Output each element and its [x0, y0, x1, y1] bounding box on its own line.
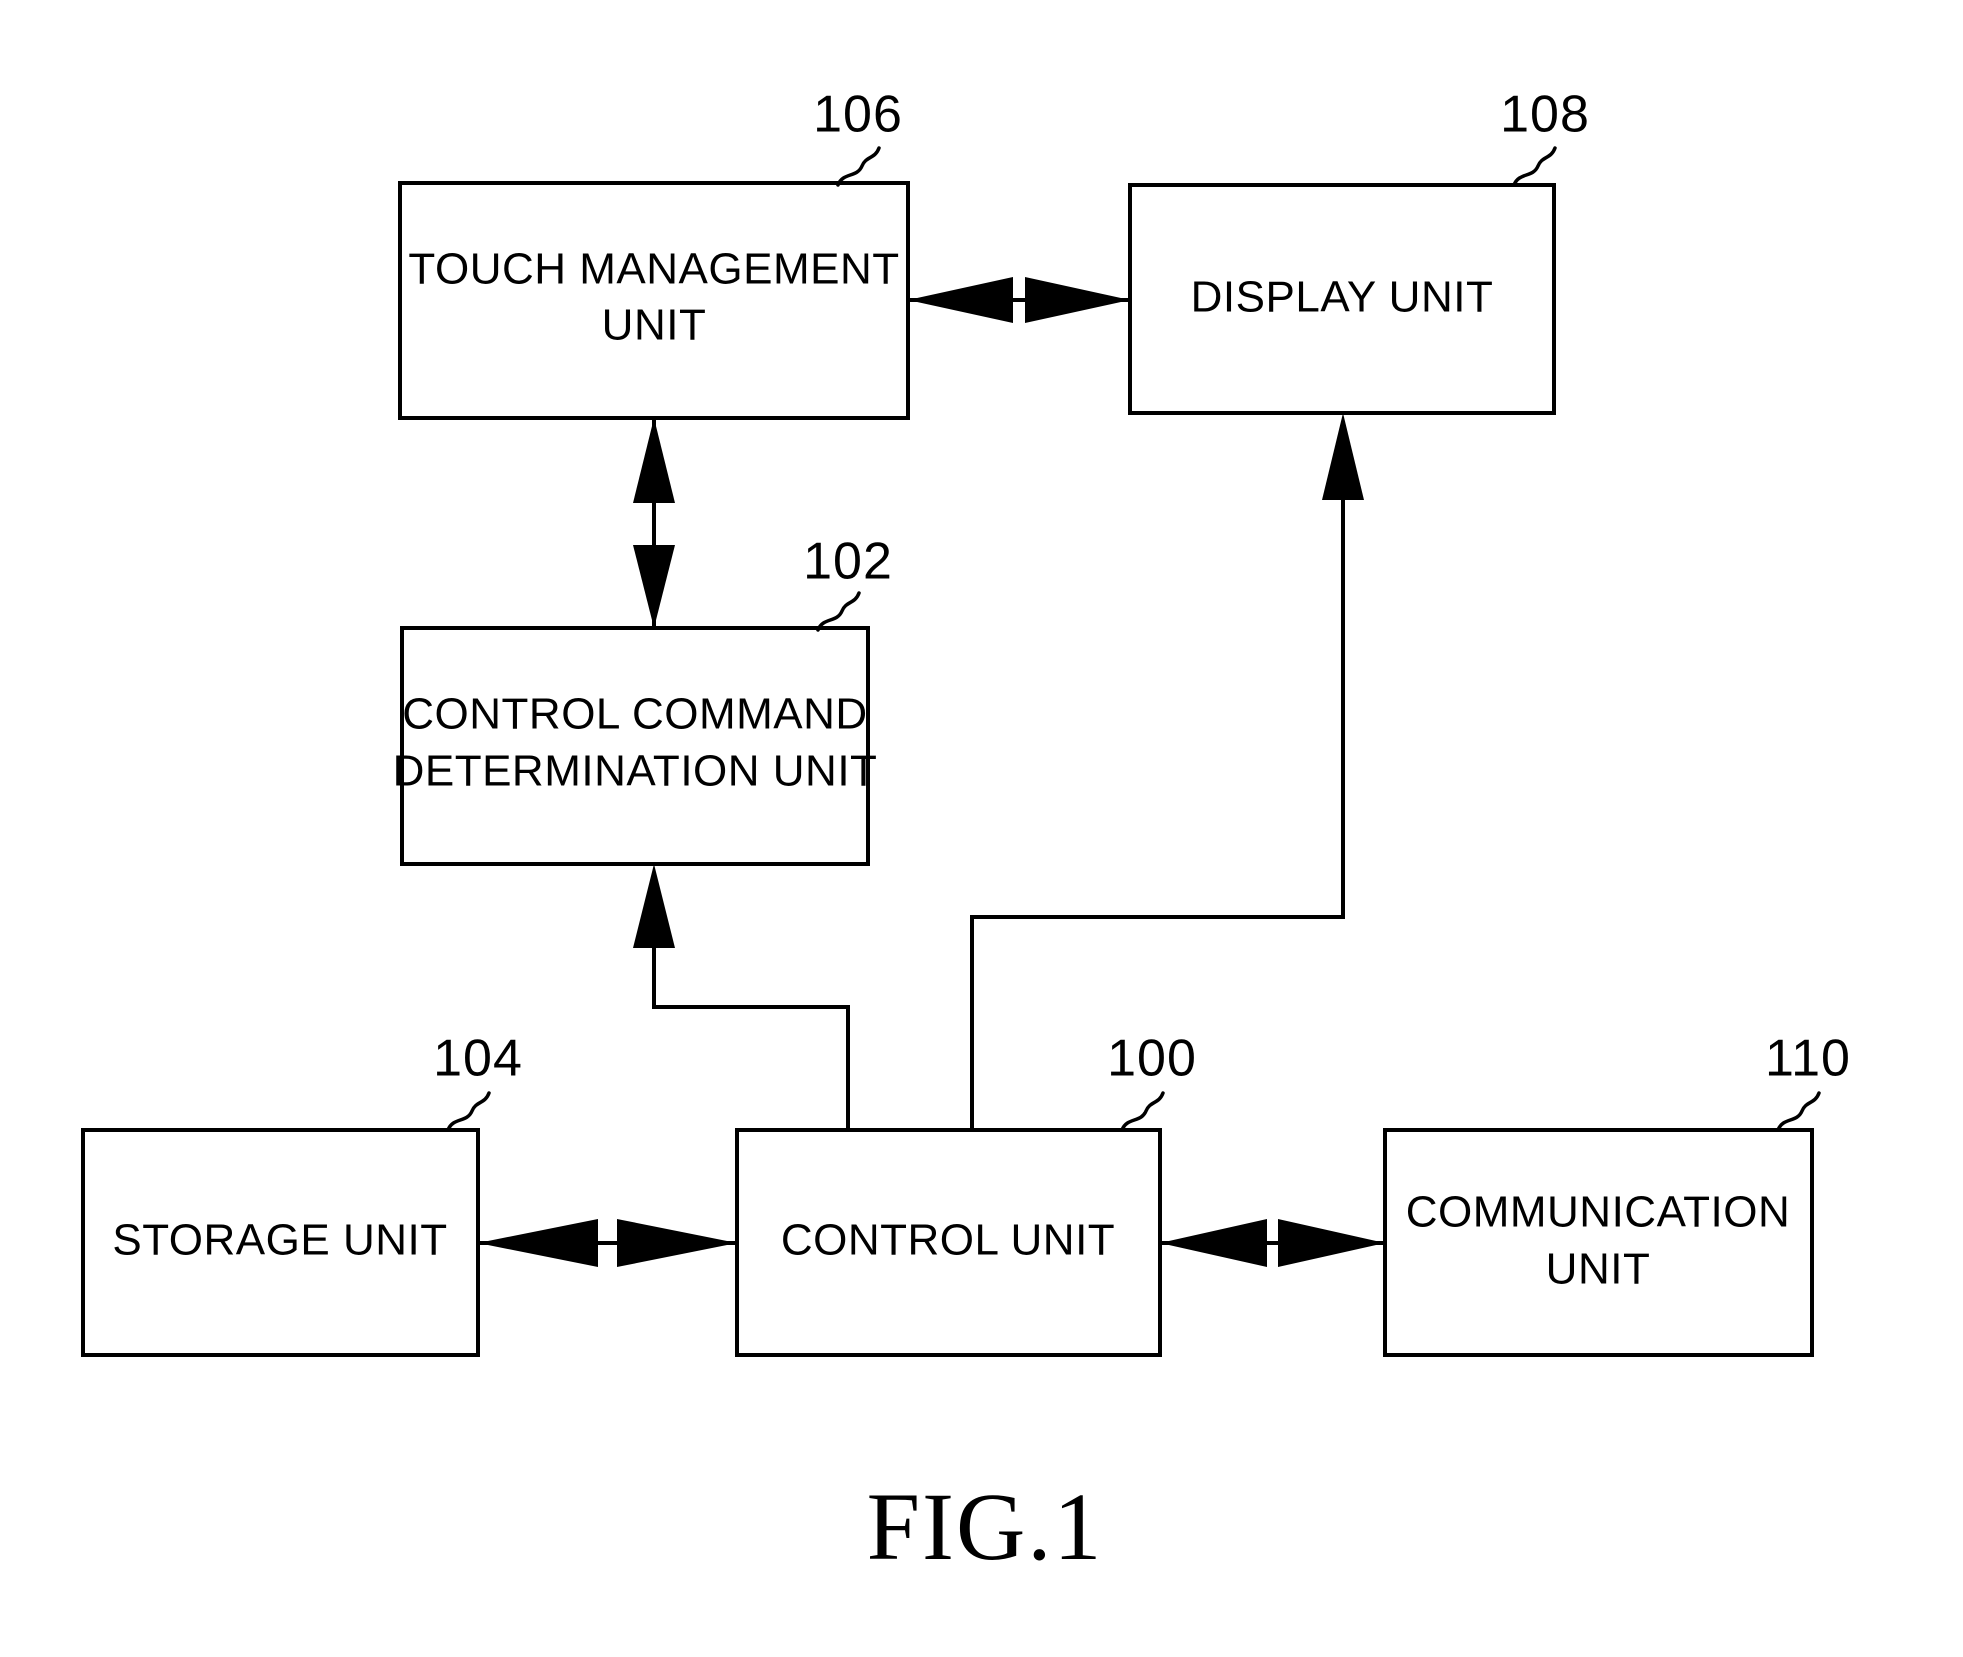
leader-line-106: [836, 146, 881, 187]
block-communication-unit: COMMUNICATION UNIT: [1383, 1128, 1814, 1357]
block-touch-management-unit: TOUCH MANAGEMENT UNIT: [398, 181, 910, 420]
arrow-head-left-control-unit-communication: [1160, 1219, 1267, 1267]
arrow-head-left-touch-display: [908, 277, 1013, 323]
connector-touch-management-to-control-command: [633, 418, 675, 628]
leader-line-100: [1120, 1091, 1165, 1132]
reference-numeral-110: 110: [1765, 1030, 1851, 1088]
block-storage-unit: STORAGE UNIT: [81, 1128, 480, 1357]
connector-control-unit-to-control-command: [633, 864, 850, 1130]
block-label-control-command-line2: DETERMINATION UNIT: [393, 747, 878, 796]
arrow-head-control-unit-control-command: [633, 864, 675, 948]
block-display-unit: DISPLAY UNIT: [1128, 183, 1556, 415]
patent-figure: TOUCH MANAGEMENT UNIT DISPLAY UNIT CONTR…: [0, 0, 1963, 1657]
block-label-display-unit-line1: DISPLAY UNIT: [1191, 273, 1494, 322]
reference-numeral-106: 106: [813, 86, 903, 144]
reference-numeral-108: 108: [1500, 86, 1590, 144]
reference-numeral-104: 104: [433, 1030, 523, 1088]
connector-touch-management-to-display: [908, 277, 1130, 323]
block-label-touch-management-unit-line2: UNIT: [602, 301, 707, 350]
block-label-touch-management-unit-line1: TOUCH MANAGEMENT: [408, 245, 899, 294]
connector-control-unit-to-display: [970, 413, 1364, 1130]
block-label-control-unit-line1: CONTROL UNIT: [781, 1216, 1115, 1265]
leader-line-110: [1776, 1091, 1821, 1132]
reference-numeral-102: 102: [803, 533, 893, 591]
arrow-head-right-touch-display: [1025, 277, 1130, 323]
connector-path-control-unit-control-command: [652, 945, 850, 1130]
block-diagram-canvas: TOUCH MANAGEMENT UNIT DISPLAY UNIT CONTR…: [81, 86, 1851, 1580]
block-rect-communication-unit: [1383, 1128, 1814, 1357]
block-label-communication-unit-line1: COMMUNICATION: [1406, 1188, 1791, 1237]
block-label-control-command-line1: CONTROL COMMAND: [402, 690, 867, 739]
block-label-storage-unit-line1: STORAGE UNIT: [112, 1216, 447, 1265]
arrow-head-up-touch-control-command: [633, 418, 675, 503]
figure-caption: FIG.1: [867, 1473, 1104, 1580]
arrow-head-down-touch-control-command: [633, 545, 675, 628]
arrow-head-control-unit-display: [1322, 413, 1364, 500]
leader-line-102: [816, 591, 861, 632]
reference-numeral-100: 100: [1107, 1030, 1197, 1088]
block-label-communication-unit-line2: UNIT: [1546, 1245, 1651, 1294]
leader-line-104: [446, 1091, 491, 1132]
connector-storage-to-control-unit: [478, 1219, 737, 1267]
block-control-unit: CONTROL UNIT: [735, 1128, 1162, 1357]
arrow-head-right-control-unit-communication: [1278, 1219, 1385, 1267]
arrow-head-right-storage-control-unit: [617, 1219, 737, 1267]
block-control-command-determination-unit: CONTROL COMMAND DETERMINATION UNIT: [393, 626, 878, 866]
connector-control-unit-to-communication: [1160, 1219, 1385, 1267]
leader-line-108: [1512, 146, 1557, 187]
arrow-head-left-storage-control-unit: [478, 1219, 598, 1267]
